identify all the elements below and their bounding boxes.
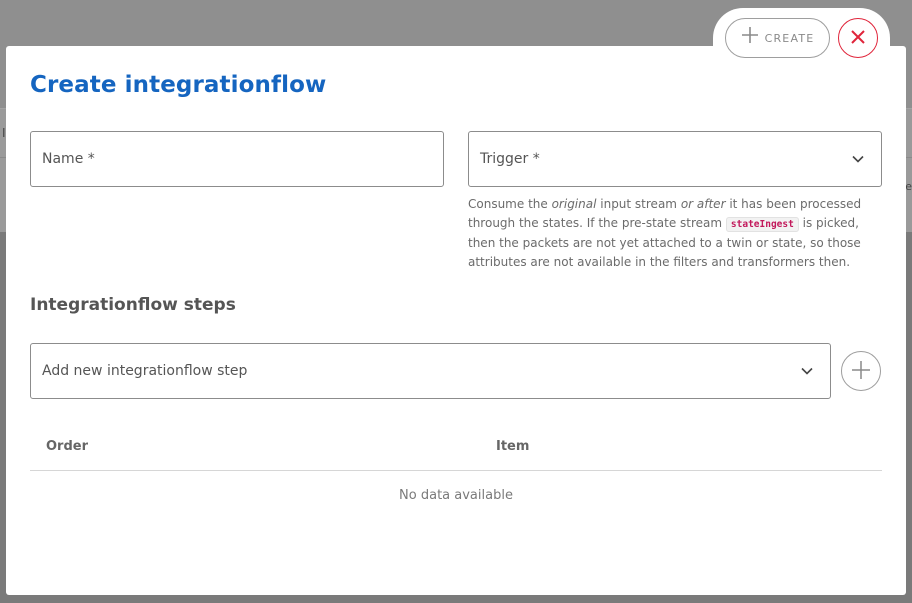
create-button-label: CREATE (764, 31, 815, 45)
name-field[interactable]: Name * (30, 131, 444, 187)
trigger-select-label: Trigger * (480, 151, 540, 167)
dialog-title: Create integrationflow (30, 72, 327, 98)
close-button[interactable] (838, 18, 878, 58)
steps-table: Order Item No data available (30, 424, 882, 519)
empty-state: No data available (399, 487, 513, 503)
create-button[interactable]: CREATE (725, 18, 830, 58)
trigger-hint: Consume the original input stream or aft… (468, 197, 862, 269)
name-field-label: Name * (42, 151, 95, 167)
column-header-order[interactable]: Order (46, 439, 88, 454)
add-step-select[interactable]: Add new integrationflow step (30, 343, 831, 399)
background-text-left: I (2, 126, 6, 140)
steps-heading: Integrationflow steps (30, 295, 236, 315)
add-step-button[interactable] (841, 351, 881, 391)
close-icon (851, 29, 865, 47)
add-step-select-label: Add new integrationflow step (42, 363, 248, 379)
chevron-down-icon (851, 152, 865, 166)
chevron-down-icon (800, 364, 814, 378)
column-header-item[interactable]: Item (496, 439, 529, 454)
trigger-select[interactable]: Trigger * (468, 131, 882, 187)
plus-icon (741, 26, 759, 49)
table-header: Order Item (30, 424, 882, 471)
state-ingest-code: stateIngest (725, 216, 799, 232)
plus-icon (851, 360, 871, 383)
